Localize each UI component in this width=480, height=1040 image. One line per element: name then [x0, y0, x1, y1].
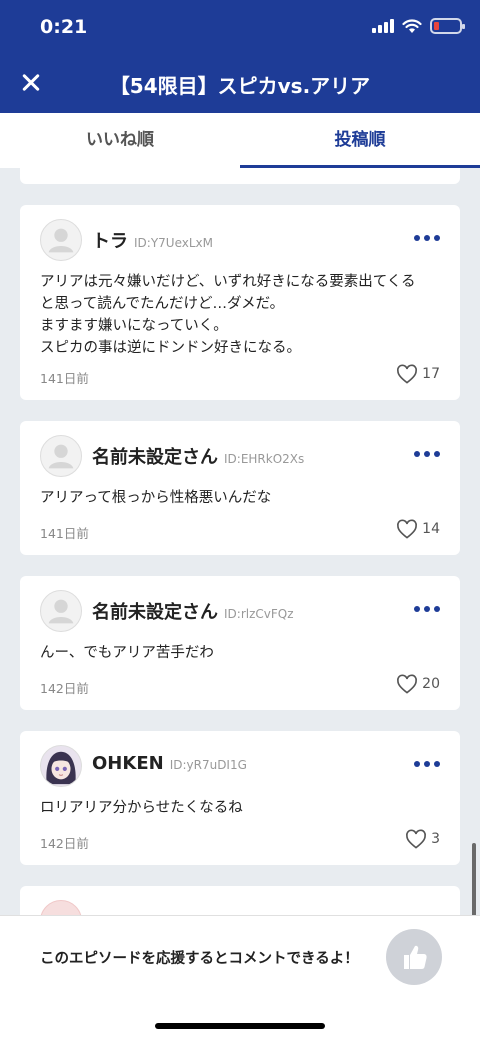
comment-text: アリアって根っから性格悪いんだな — [40, 490, 272, 506]
tab-post-order[interactable]: 投稿順 — [240, 113, 480, 168]
default-avatar-icon[interactable] — [40, 219, 82, 261]
heart-icon — [397, 364, 418, 384]
app-header: 0:21 【54限目】スピカvs.アリア — [0, 0, 480, 113]
heart-icon — [397, 519, 418, 539]
scrollbar[interactable] — [472, 843, 476, 919]
comment-author[interactable]: 名前未設定さん ID:rlzCvFQz — [92, 598, 294, 624]
thumbs-up-icon — [404, 945, 427, 969]
comment-date: 141日前 — [40, 526, 89, 541]
comment-card: トラ ID:Y7UexLxM アリアは元々嫌いだけど、いずれ好きになる要素出てくる… — [20, 205, 460, 400]
more-options-icon[interactable] — [414, 761, 440, 767]
battery-icon — [430, 18, 465, 34]
sort-tabs: いいね順 投稿順 — [0, 113, 480, 168]
comment-text: ロリアリア分からせたくなるね — [40, 800, 243, 816]
comment-date: 141日前 — [40, 371, 89, 386]
like-count: 20 — [422, 676, 440, 692]
like-count: 17 — [422, 366, 440, 382]
signal-icon — [372, 19, 394, 33]
user-id: ID:EHRkO2Xs — [224, 452, 305, 466]
comment-author[interactable]: OHKEN ID:yR7uDI1G — [92, 753, 247, 774]
comment-feed[interactable]: トラ ID:Y7UexLxM アリアは元々嫌いだけど、いずれ好きになる要素出てくる… — [0, 168, 480, 915]
comment-card: 名前未設定さん ID:EHRkO2Xs アリアって根っから性格悪いんだな 141日… — [20, 421, 460, 555]
like-count: 3 — [431, 831, 440, 847]
like-button[interactable]: 14 — [396, 519, 440, 539]
like-count: 14 — [422, 521, 440, 537]
comment-cta-bar: このエピソードを応援するとコメントできるよ！ — [0, 915, 480, 1040]
anime-character-avatar[interactable] — [40, 745, 82, 787]
page-title: 【54限目】スピカvs.アリア — [109, 74, 371, 98]
more-options-icon[interactable] — [414, 606, 440, 612]
more-options-icon[interactable] — [414, 451, 440, 457]
heart-icon — [397, 674, 418, 694]
tab-likes-order[interactable]: いいね順 — [0, 113, 240, 168]
comment-card: OHKEN ID:yR7uDI1G ロリアリア分からせたくなるね 142日前 3 — [20, 731, 460, 865]
more-options-icon[interactable] — [414, 235, 440, 241]
like-button[interactable]: 3 — [405, 829, 440, 849]
comment-text: アリアは元々嫌いだけど、いずれ好きになる要素出てくる と思って読んでたんだけど…… — [40, 274, 416, 356]
avatar[interactable] — [40, 900, 82, 915]
comment-card-partial — [20, 886, 460, 915]
comment-card: 名前未設定さん ID:rlzCvFQz んー、でもアリア苦手だわ 142日前 20 — [20, 576, 460, 710]
like-button[interactable]: 20 — [396, 674, 440, 694]
comment-author[interactable]: 名前未設定さん ID:EHRkO2Xs — [92, 443, 304, 469]
status-icons — [372, 18, 465, 34]
home-indicator — [155, 1023, 325, 1029]
cheer-prompt-text: このエピソードを応援するとコメントできるよ！ — [40, 951, 359, 967]
like-button[interactable]: 17 — [396, 364, 440, 384]
default-avatar-icon[interactable] — [40, 435, 82, 477]
comment-date: 142日前 — [40, 681, 89, 696]
heart-icon — [406, 829, 427, 849]
default-avatar-icon[interactable] — [40, 590, 82, 632]
comment-text: んー、でもアリア苦手だわ — [40, 645, 214, 661]
comment-author[interactable]: トラ ID:Y7UexLxM — [92, 227, 213, 253]
comment-card-partial — [20, 168, 460, 184]
comment-date: 142日前 — [40, 836, 89, 851]
cheer-button[interactable] — [386, 929, 442, 985]
user-id: ID:rlzCvFQz — [224, 607, 294, 621]
wifi-icon — [402, 18, 422, 33]
status-time: 0:21 — [40, 16, 88, 38]
user-id: ID:Y7UexLxM — [134, 236, 213, 250]
user-id: ID:yR7uDI1G — [169, 758, 247, 772]
